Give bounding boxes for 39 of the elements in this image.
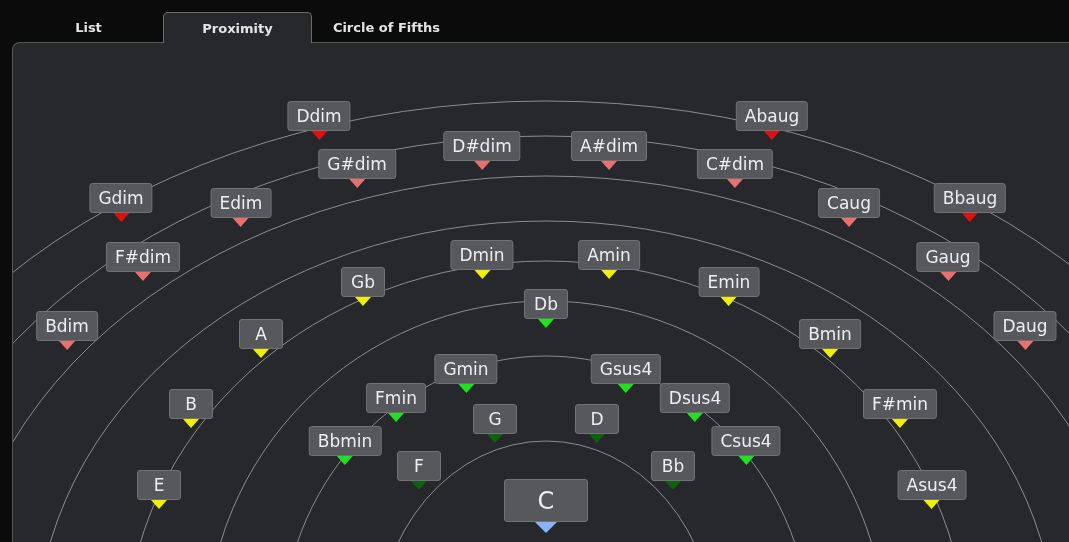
chord-button[interactable]: B [169,389,213,419]
chord-button[interactable]: Dmin [450,240,514,270]
chord-button[interactable]: Bbaug [933,183,1007,213]
chord-button[interactable]: Daug [993,311,1057,341]
chord-button[interactable]: D#dim [443,131,521,161]
chord-button[interactable]: Db [524,289,568,319]
tab[interactable]: List [14,12,163,42]
chord-button[interactable]: C [504,479,588,522]
chord-button[interactable]: A#dim [571,131,647,161]
chord-button[interactable]: F#min [862,389,938,419]
chord-button[interactable]: Asus4 [897,470,967,500]
chord-button[interactable]: Gdim [89,183,153,213]
chord-button[interactable]: Edim [210,188,272,218]
chord-button[interactable]: Bdim [36,311,98,341]
chord-button[interactable]: Gsus4 [590,354,662,384]
chord-button[interactable]: Fmin [366,383,426,413]
tab[interactable]: Proximity [163,12,312,43]
chord-button[interactable]: Ddim [287,101,351,131]
chord-button[interactable]: G#dim [318,149,396,179]
chord-button[interactable]: Emin [698,267,760,297]
chord-button[interactable]: Bb [651,451,695,481]
chord-button[interactable]: D [575,404,619,434]
chord-button[interactable]: Caug [818,188,880,218]
chord-button[interactable]: F [397,451,441,481]
chord-button[interactable]: Bmin [799,319,861,349]
chord-button[interactable]: Csus4 [711,426,781,456]
chord-button[interactable]: Dsus4 [659,383,731,413]
chord-button[interactable]: G [473,404,517,434]
chord-button[interactable]: E [137,470,181,500]
chord-button[interactable]: Gmin [434,354,498,384]
chord-button[interactable]: Gaug [916,242,980,272]
chord-button[interactable]: F#dim [105,242,181,272]
chord-button[interactable]: C#dim [696,149,774,179]
chord-button[interactable]: Abaug [735,101,809,131]
chord-button[interactable]: Amin [578,240,640,270]
tab[interactable]: Circle of Fifths [312,12,461,42]
chord-button[interactable]: A [239,319,283,349]
chord-button[interactable]: Gb [341,267,385,297]
chord-button[interactable]: Bbmin [308,426,382,456]
